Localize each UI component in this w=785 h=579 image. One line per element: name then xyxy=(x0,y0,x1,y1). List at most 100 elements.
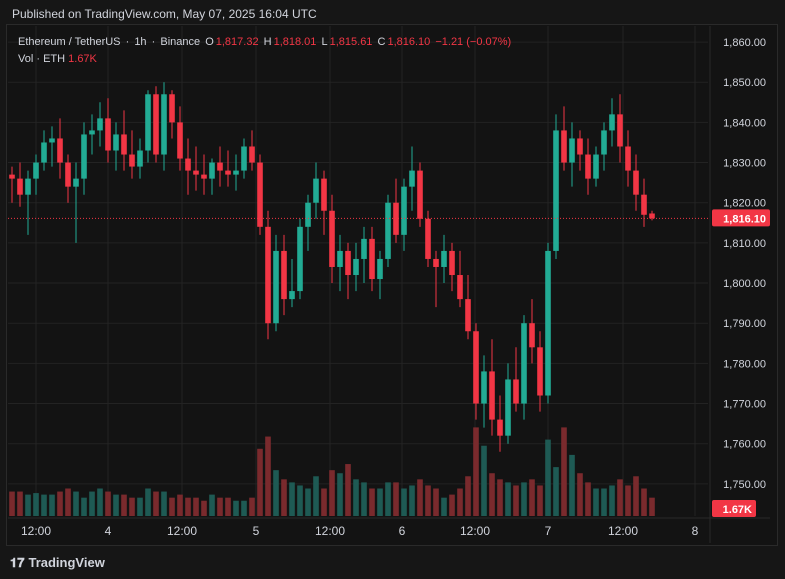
change-value: −1.21 (−0.07%) xyxy=(435,36,512,48)
volume-bar xyxy=(609,485,615,516)
high-label: H xyxy=(263,36,272,48)
volume-bar xyxy=(81,497,87,516)
candle-body xyxy=(161,94,167,155)
volume-legend: Vol · ETH 1.67K xyxy=(18,53,97,65)
symbol-legend: Ethereum / TetherUS · 1h · Binance O 1,81… xyxy=(18,36,512,48)
open-value: 1,817.32 xyxy=(215,36,259,48)
y-tick-label: 1,830.00 xyxy=(723,158,766,170)
candle-body xyxy=(49,138,55,143)
volume-bar xyxy=(105,491,111,516)
volume-bar xyxy=(281,479,287,516)
footer-bar: 𝟏𝟕 TradingView xyxy=(0,546,785,579)
candle-body xyxy=(321,178,327,211)
volume-bar xyxy=(529,479,535,516)
volume-bar xyxy=(177,494,183,516)
candle-body xyxy=(505,379,511,436)
volume-bar xyxy=(617,479,623,516)
candle-body xyxy=(577,138,583,155)
volume-bar xyxy=(457,488,463,516)
candle-body xyxy=(305,202,311,227)
volume-bar xyxy=(385,482,391,516)
candle-body xyxy=(209,162,215,179)
candle-body xyxy=(601,130,607,155)
volume-bar xyxy=(97,488,103,516)
candle-body xyxy=(641,194,647,215)
volume-bar xyxy=(353,479,359,516)
candle-body xyxy=(113,134,119,151)
candle-body xyxy=(33,162,39,179)
volume-bar xyxy=(57,491,63,516)
exchange-label: Binance xyxy=(160,36,201,48)
volume-bar xyxy=(41,494,47,516)
x-tick-label: 12:00 xyxy=(460,524,490,538)
volume-bar xyxy=(289,482,295,516)
candle-body xyxy=(625,146,631,171)
candle-body xyxy=(497,419,503,436)
volume-bar xyxy=(409,485,415,516)
y-tick-label: 1,790.00 xyxy=(723,318,766,330)
volume-bar xyxy=(233,500,239,516)
volume-bar xyxy=(169,497,175,516)
candle-body xyxy=(449,250,455,276)
volume-bar xyxy=(33,493,39,516)
price-chart[interactable]: 1,750.00 1,760.00 1,770.00 1,780.00 1,790.00… xyxy=(0,0,785,579)
candle-body xyxy=(129,154,135,167)
volume-bar xyxy=(201,500,207,516)
candle-body xyxy=(377,258,383,280)
last-volume-label: 1.67K xyxy=(723,504,752,516)
candle-body xyxy=(281,250,287,300)
x-tick-label: 6 xyxy=(399,524,406,538)
candle-body xyxy=(257,162,263,227)
volume-bar xyxy=(249,497,255,516)
candle-body xyxy=(65,162,71,187)
candle-body xyxy=(457,275,463,300)
x-tick-label: 12:00 xyxy=(167,524,197,538)
volume-bar xyxy=(113,494,119,516)
candle-body xyxy=(609,114,615,131)
volume-bar xyxy=(129,497,135,516)
volume-bar xyxy=(465,476,471,516)
y-tick-label: 1,780.00 xyxy=(723,358,766,370)
candle-body xyxy=(145,94,151,151)
volume-bar xyxy=(577,473,583,516)
volume-bar xyxy=(537,485,543,516)
candle-body xyxy=(89,130,95,135)
volume-bar xyxy=(561,427,567,516)
candle-body xyxy=(433,258,439,267)
y-tick-label: 1,860.00 xyxy=(723,37,766,49)
candle-body xyxy=(633,170,639,195)
candle-body xyxy=(369,238,375,280)
candle-body xyxy=(153,94,159,155)
candle-body xyxy=(41,142,47,163)
y-tick-label: 1,820.00 xyxy=(723,198,766,210)
volume-bar xyxy=(137,497,143,516)
volume-bar xyxy=(25,494,31,516)
volume-bar xyxy=(401,488,407,516)
volume-value: 1.67K xyxy=(68,53,97,65)
interval-label: 1h xyxy=(134,36,147,48)
candle-body xyxy=(337,250,343,267)
candle-body xyxy=(481,371,487,404)
volume-bar xyxy=(209,494,215,516)
candle-body xyxy=(193,170,199,175)
candle-body xyxy=(169,94,175,123)
high-value: 1,818.01 xyxy=(273,36,317,48)
tradingview-brand[interactable]: 𝟏𝟕 TradingView xyxy=(10,555,105,571)
volume-bar xyxy=(433,488,439,516)
candle-body xyxy=(289,291,295,300)
candle-body xyxy=(409,170,415,187)
volume-bar xyxy=(121,494,127,516)
volume-bar xyxy=(241,500,247,516)
candle-body xyxy=(465,299,471,332)
volume-bar xyxy=(641,488,647,516)
candle-body xyxy=(473,331,479,404)
volume-bar xyxy=(497,479,503,516)
x-tick-label: 7 xyxy=(545,524,552,538)
close-value: 1,816.10 xyxy=(387,36,431,48)
candle-body xyxy=(73,178,79,187)
volume-bar xyxy=(593,488,599,516)
volume-bar xyxy=(193,497,199,516)
candle-body xyxy=(137,150,143,167)
candle-body xyxy=(529,323,535,348)
x-tick-label: 12:00 xyxy=(608,524,638,538)
